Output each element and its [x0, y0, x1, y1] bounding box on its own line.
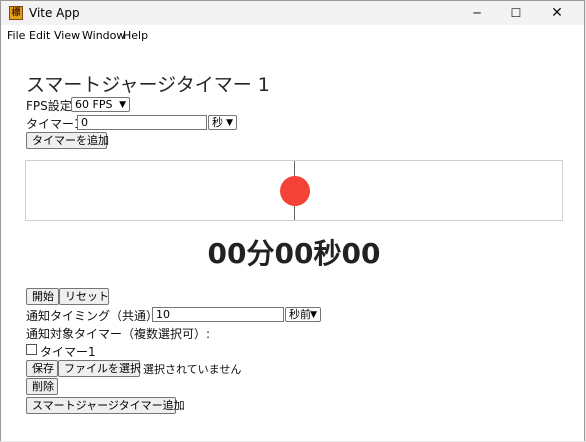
title-bar: 標 Vite App ─ ☐ ✕ [1, 1, 584, 25]
timer1-input[interactable]: 0 [77, 115, 207, 130]
fps-select[interactable]: 60 FPS ▼ [71, 97, 130, 112]
menu-file[interactable]: File [7, 29, 25, 42]
main-content: スマートジャージタイマー 1 FPS設定: 60 FPS ▼ タイマー1 0 秒… [1, 45, 584, 441]
menu-help[interactable]: Help [123, 29, 148, 42]
add-timer-button[interactable]: タイマーを追加 [26, 132, 109, 149]
fps-label: FPS設定: [26, 99, 76, 113]
menu-view[interactable]: View [54, 29, 80, 42]
notify-unit-select[interactable]: 秒前 ▼ [285, 307, 321, 322]
save-button[interactable]: 保存 [26, 360, 58, 377]
chevron-down-icon: ▼ [119, 100, 126, 110]
window-title: Vite App [29, 6, 80, 20]
notify-unit-value: 秒前 [289, 308, 311, 321]
fps-select-value: 60 FPS [75, 98, 113, 111]
timer1-checkbox[interactable] [26, 344, 37, 355]
menu-edit[interactable]: Edit [29, 29, 50, 42]
page-title: スマートジャージタイマー 1 [26, 74, 270, 96]
add-smart-timer-button[interactable]: スマートジャージタイマー追加 [26, 397, 185, 414]
app-logo-icon: 標 [9, 6, 23, 20]
timer1-unit-value: 秒 [212, 116, 223, 129]
menu-window[interactable]: Window [82, 29, 125, 42]
timer1-unit-select[interactable]: 秒 ▼ [208, 115, 237, 130]
delete-button[interactable]: 削除 [26, 378, 58, 395]
app-window: 標 Vite App ─ ☐ ✕ File Edit View Window H… [0, 0, 585, 441]
timer1-checkbox-label: タイマー1 [40, 345, 96, 359]
reset-button[interactable]: リセット [59, 288, 109, 305]
timer-display: 00分00秒00 [207, 237, 381, 270]
minimize-button[interactable]: ─ [458, 1, 496, 25]
indicator-ball [280, 176, 310, 206]
timer1-label: タイマー1 [26, 117, 82, 131]
file-select-button[interactable]: ファイルを選択 [58, 360, 141, 377]
notify-timing-label: 通知タイミング（共通）: [26, 309, 163, 323]
close-button[interactable]: ✕ [538, 1, 576, 25]
file-status-text: 選択されていません [143, 363, 242, 376]
chevron-down-icon: ▼ [310, 310, 317, 320]
notify-targets-label: 通知対象タイマー（複数選択可）: [26, 327, 211, 341]
menu-bar: File Edit View Window Help [1, 25, 584, 45]
maximize-button[interactable]: ☐ [497, 1, 535, 25]
chevron-down-icon: ▼ [226, 118, 233, 128]
notify-timing-input[interactable]: 10 [152, 307, 284, 322]
animation-track [25, 160, 563, 221]
start-button[interactable]: 開始 [26, 288, 59, 305]
